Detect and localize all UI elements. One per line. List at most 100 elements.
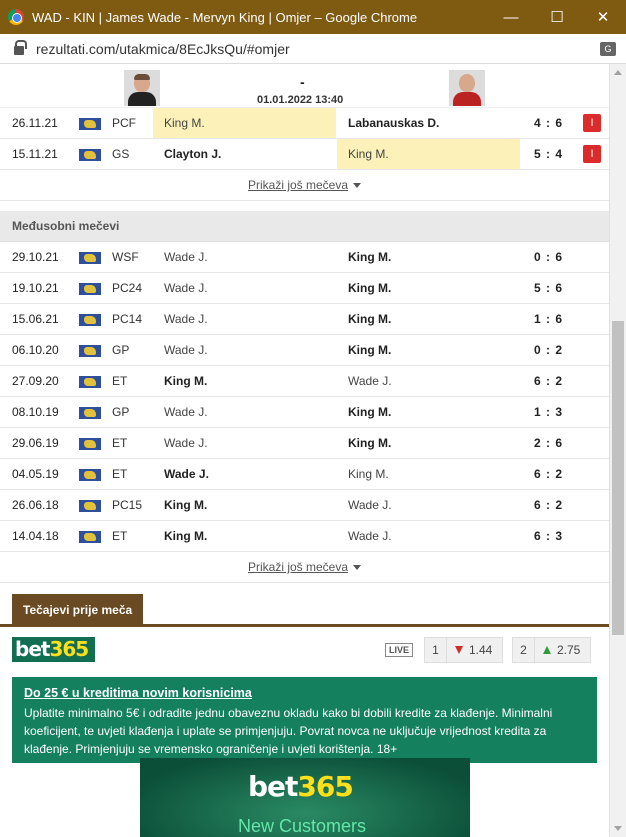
odd-home-button[interactable]: 1 1.44 [424, 637, 504, 663]
away-player: King M. [348, 281, 392, 295]
away-player: King M. [348, 147, 389, 161]
away-player: King M. [348, 343, 392, 357]
match-row[interactable]: 15.06.21 PC14 Wade J. King M. 1 : 6 [0, 304, 609, 335]
match-result-score: 1 : 6 [534, 312, 564, 326]
window-title-bar: WAD - KIN | James Wade - Mervyn King | O… [0, 0, 626, 34]
home-player: King M. [164, 529, 208, 543]
loss-badge: I [583, 145, 601, 163]
caret-down-icon [353, 565, 362, 571]
world-flag-icon [79, 314, 101, 326]
close-button[interactable]: ✕ [580, 0, 626, 34]
competition: PC24 [112, 281, 143, 295]
match-header: - 01.01.2022 13:40 [0, 64, 609, 108]
minimize-button[interactable]: — [488, 0, 534, 34]
away-player: Labanauskas D. [348, 116, 440, 130]
match-row[interactable]: 26.06.18 PC15 King M. Wade J. 6 : 2 [0, 490, 609, 521]
away-player-avatar[interactable] [449, 70, 485, 106]
match-date: 19.10.21 [12, 281, 59, 295]
match-date: 06.10.20 [12, 343, 59, 357]
scroll-down-icon[interactable] [614, 826, 622, 831]
odd-label: 1 [425, 638, 447, 662]
world-flag-icon [79, 149, 101, 161]
match-row[interactable]: 06.10.20 GP Wade J. King M. 0 : 2 [0, 335, 609, 366]
world-flag-icon [79, 438, 101, 450]
match-row[interactable]: 04.05.19 ET Wade J. King M. 6 : 2 [0, 459, 609, 490]
away-player: King M. [348, 405, 392, 419]
scroll-thumb[interactable] [612, 321, 624, 635]
match-date: 14.04.18 [12, 529, 59, 543]
tab-pre-match-odds[interactable]: Tečajevi prije meča [12, 594, 144, 626]
home-player-avatar[interactable] [124, 70, 160, 106]
maximize-button[interactable]: ☐ [534, 0, 580, 34]
match-result-score: 5 : 4 [534, 147, 564, 161]
odd-away-button[interactable]: 2 2.75 [512, 637, 592, 663]
away-player: Wade J. [348, 529, 392, 543]
away-player: King M. [348, 467, 389, 481]
promo-box: Do 25 € u kreditima novim korisnicima Up… [12, 677, 597, 763]
competition: GP [112, 405, 130, 419]
page-scrollbar[interactable] [609, 64, 626, 837]
world-flag-icon [79, 531, 101, 543]
away-player: Wade J. [348, 498, 392, 512]
match-result-score: 6 : 2 [534, 498, 564, 512]
promo-text: Uplatite minimalno 5€ i odradite jednu o… [24, 706, 553, 756]
home-player: King M. [164, 498, 208, 512]
competition: PCF [112, 116, 136, 130]
address-bar[interactable]: rezultati.com/utakmica/8EcJksQu/#omjer G [0, 34, 626, 64]
match-datetime: 01.01.2022 13:40 [257, 94, 344, 106]
show-more-link-h2h[interactable]: Prikaži još mečeva [248, 560, 348, 574]
competition: ET [112, 436, 128, 450]
match-row[interactable]: 14.04.18 ET King M. Wade J. 6 : 3 [0, 521, 609, 552]
match-row[interactable]: 29.06.19 ET Wade J. King M. 2 : 6 [0, 428, 609, 459]
home-player: Wade J. [164, 405, 208, 419]
match-result-score: 6 : 2 [534, 467, 564, 481]
world-flag-icon [79, 407, 101, 419]
show-more-row-h2h[interactable]: Prikaži još mečeva [0, 552, 609, 583]
match-row[interactable]: 08.10.19 GP Wade J. King M. 1 : 3 [0, 397, 609, 428]
caret-down-icon [353, 183, 362, 189]
world-flag-icon [79, 252, 101, 264]
home-player: Wade J. [164, 312, 208, 326]
home-player: Wade J. [164, 281, 208, 295]
match-row[interactable]: 29.10.21 WSF Wade J. King M. 0 : 6 [0, 242, 609, 273]
last-matches-list: 26.11.21 PCF King M. Labanauskas D. 4 : 6 I 15… [0, 108, 609, 170]
chrome-icon [8, 9, 24, 25]
translate-icon[interactable]: G [600, 41, 616, 56]
match-result-score: 0 : 6 [534, 250, 564, 264]
arrow-up-icon [543, 646, 551, 654]
show-more-row[interactable]: Prikaži još mečeva [0, 170, 609, 201]
match-result-score: 0 : 2 [534, 343, 564, 357]
world-flag-icon [79, 345, 101, 357]
world-flag-icon [79, 118, 101, 130]
world-flag-icon [79, 500, 101, 512]
match-date: 29.06.19 [12, 436, 59, 450]
arrow-down-icon [455, 646, 463, 654]
lock-icon[interactable] [14, 40, 27, 55]
odd-value: 2.75 [557, 643, 581, 657]
away-player: King M. [348, 436, 392, 450]
home-player: King M. [164, 116, 205, 130]
home-player: King M. [164, 374, 208, 388]
match-date: 27.09.20 [12, 374, 59, 388]
match-row[interactable]: 15.11.21 GS Clayton J. King M. 5 : 4 I [0, 139, 609, 170]
match-row[interactable]: 26.11.21 PCF King M. Labanauskas D. 4 : 6 I [0, 108, 609, 139]
odd-value: 1.44 [469, 643, 493, 657]
show-more-link[interactable]: Prikaži još mečeva [248, 178, 348, 192]
match-row[interactable]: 27.09.20 ET King M. Wade J. 6 : 2 [0, 366, 609, 397]
world-flag-icon [79, 469, 101, 481]
url-text[interactable]: rezultati.com/utakmica/8EcJksQu/#omjer [36, 41, 600, 57]
match-row[interactable]: 19.10.21 PC24 Wade J. King M. 5 : 6 [0, 273, 609, 304]
world-flag-icon [79, 283, 101, 295]
promo-title-link[interactable]: Do 25 € u kreditima novim korisnicima [24, 686, 585, 700]
match-date: 15.11.21 [12, 147, 58, 161]
away-player: King M. [348, 250, 392, 264]
match-result-score: 5 : 6 [534, 281, 564, 295]
scroll-up-icon[interactable] [614, 70, 622, 75]
competition: WSF [112, 250, 139, 264]
competition: ET [112, 529, 128, 543]
match-date: 15.06.21 [12, 312, 59, 326]
match-date: 26.11.21 [12, 116, 58, 130]
bookmaker-row: bet365 LIVE 1 1.44 2 2.75 [0, 627, 609, 667]
bet365-logo[interactable]: bet365 [12, 637, 95, 662]
bet365-banner[interactable]: bet365 New Customers [140, 758, 470, 837]
